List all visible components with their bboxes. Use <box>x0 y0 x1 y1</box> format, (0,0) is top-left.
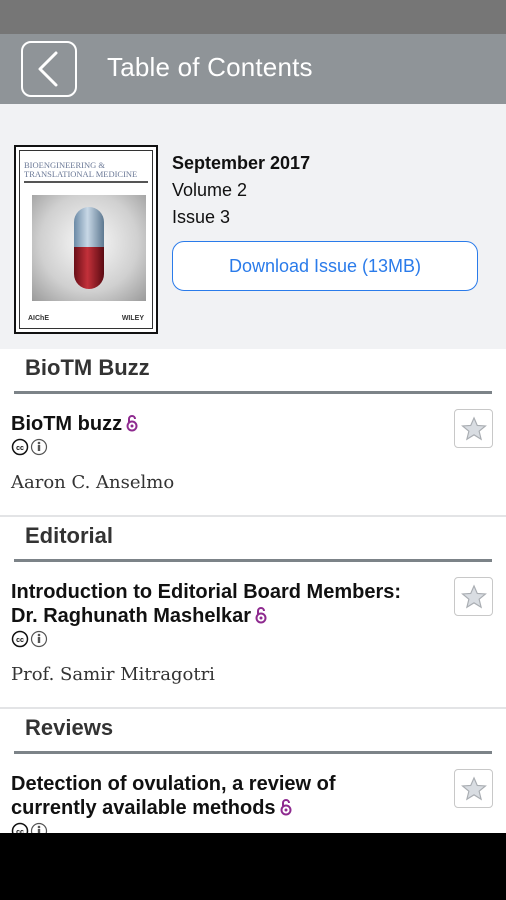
issue-volume: Volume 2 <box>172 180 248 200</box>
cover-journal-title: BIOENGINEERING & TRANSLATIONAL MEDICINE <box>24 160 138 179</box>
cc-icon: cc <box>11 822 29 833</box>
license-icons: cc <box>11 630 426 648</box>
cover-logos: AIChE WILEY <box>28 315 144 322</box>
cc-icon: cc <box>11 630 29 648</box>
article-authors: Prof. Samir Mitragotri <box>11 664 215 685</box>
toc-section: Editorial Introduction to Editorial Boar… <box>0 517 506 709</box>
section-title: Editorial <box>25 523 114 548</box>
issue-cover-image[interactable]: BIOENGINEERING & TRANSLATIONAL MEDICINE … <box>14 145 158 334</box>
wiley-logo: WILEY <box>121 315 144 322</box>
issue-meta: September 2017 Volume 2 Issue 3 <box>172 150 310 231</box>
system-navigation-bar <box>0 833 506 900</box>
attribution-icon <box>30 438 48 456</box>
attribution-icon <box>30 630 48 648</box>
pill-bottom <box>74 247 104 289</box>
article-authors: Aaron C. Anselmo <box>11 472 175 493</box>
license-icons: cc <box>11 438 426 456</box>
chevron-left-icon <box>38 51 58 87</box>
license-icons: cc <box>11 822 426 833</box>
page-title: Table of Contents <box>107 52 313 82</box>
article-title[interactable]: Introduction to Editorial Board Members:… <box>11 580 426 628</box>
star-icon <box>460 415 487 441</box>
svg-text:cc: cc <box>16 637 24 644</box>
toc-section: BioTM Buzz BioTM buzz cc Aaron C. Anselm… <box>0 349 506 517</box>
issue-number: Issue 3 <box>172 207 231 227</box>
pill-top <box>74 207 104 247</box>
open-access-icon <box>280 799 292 816</box>
back-button[interactable] <box>21 41 77 97</box>
open-access-icon <box>126 415 138 432</box>
section-title: Reviews <box>25 715 114 740</box>
cc-icon: cc <box>11 438 29 456</box>
svg-text:cc: cc <box>16 445 24 452</box>
toc-scroll-area[interactable]: BIOENGINEERING & TRANSLATIONAL MEDICINE … <box>0 104 506 833</box>
favorite-button[interactable] <box>454 409 493 448</box>
cover-pill-illustration <box>32 195 146 301</box>
article-item[interactable]: Detection of ovulation, a review of curr… <box>0 754 506 833</box>
attribution-icon <box>30 822 48 833</box>
article-item[interactable]: BioTM buzz cc Aaron C. Anselmo <box>0 394 506 517</box>
aiche-logo: AIChE <box>28 315 49 322</box>
cover-rule <box>24 181 148 183</box>
star-icon <box>460 775 487 801</box>
article-title[interactable]: BioTM buzz <box>11 412 426 436</box>
favorite-button[interactable] <box>454 769 493 808</box>
download-issue-button[interactable]: Download Issue (13MB) <box>172 241 478 291</box>
section-title: BioTM Buzz <box>25 355 150 380</box>
app-bar: Table of Contents <box>0 34 506 104</box>
toc-section: Reviews Detection of ovulation, a review… <box>0 709 506 833</box>
issue-date: September 2017 <box>172 153 311 173</box>
star-icon <box>460 583 487 609</box>
favorite-button[interactable] <box>454 577 493 616</box>
article-title[interactable]: Detection of ovulation, a review of curr… <box>11 772 426 820</box>
issue-header: BIOENGINEERING & TRANSLATIONAL MEDICINE … <box>0 104 506 349</box>
status-bar <box>0 0 506 34</box>
open-access-icon <box>255 607 267 624</box>
article-item[interactable]: Introduction to Editorial Board Members:… <box>0 562 506 709</box>
